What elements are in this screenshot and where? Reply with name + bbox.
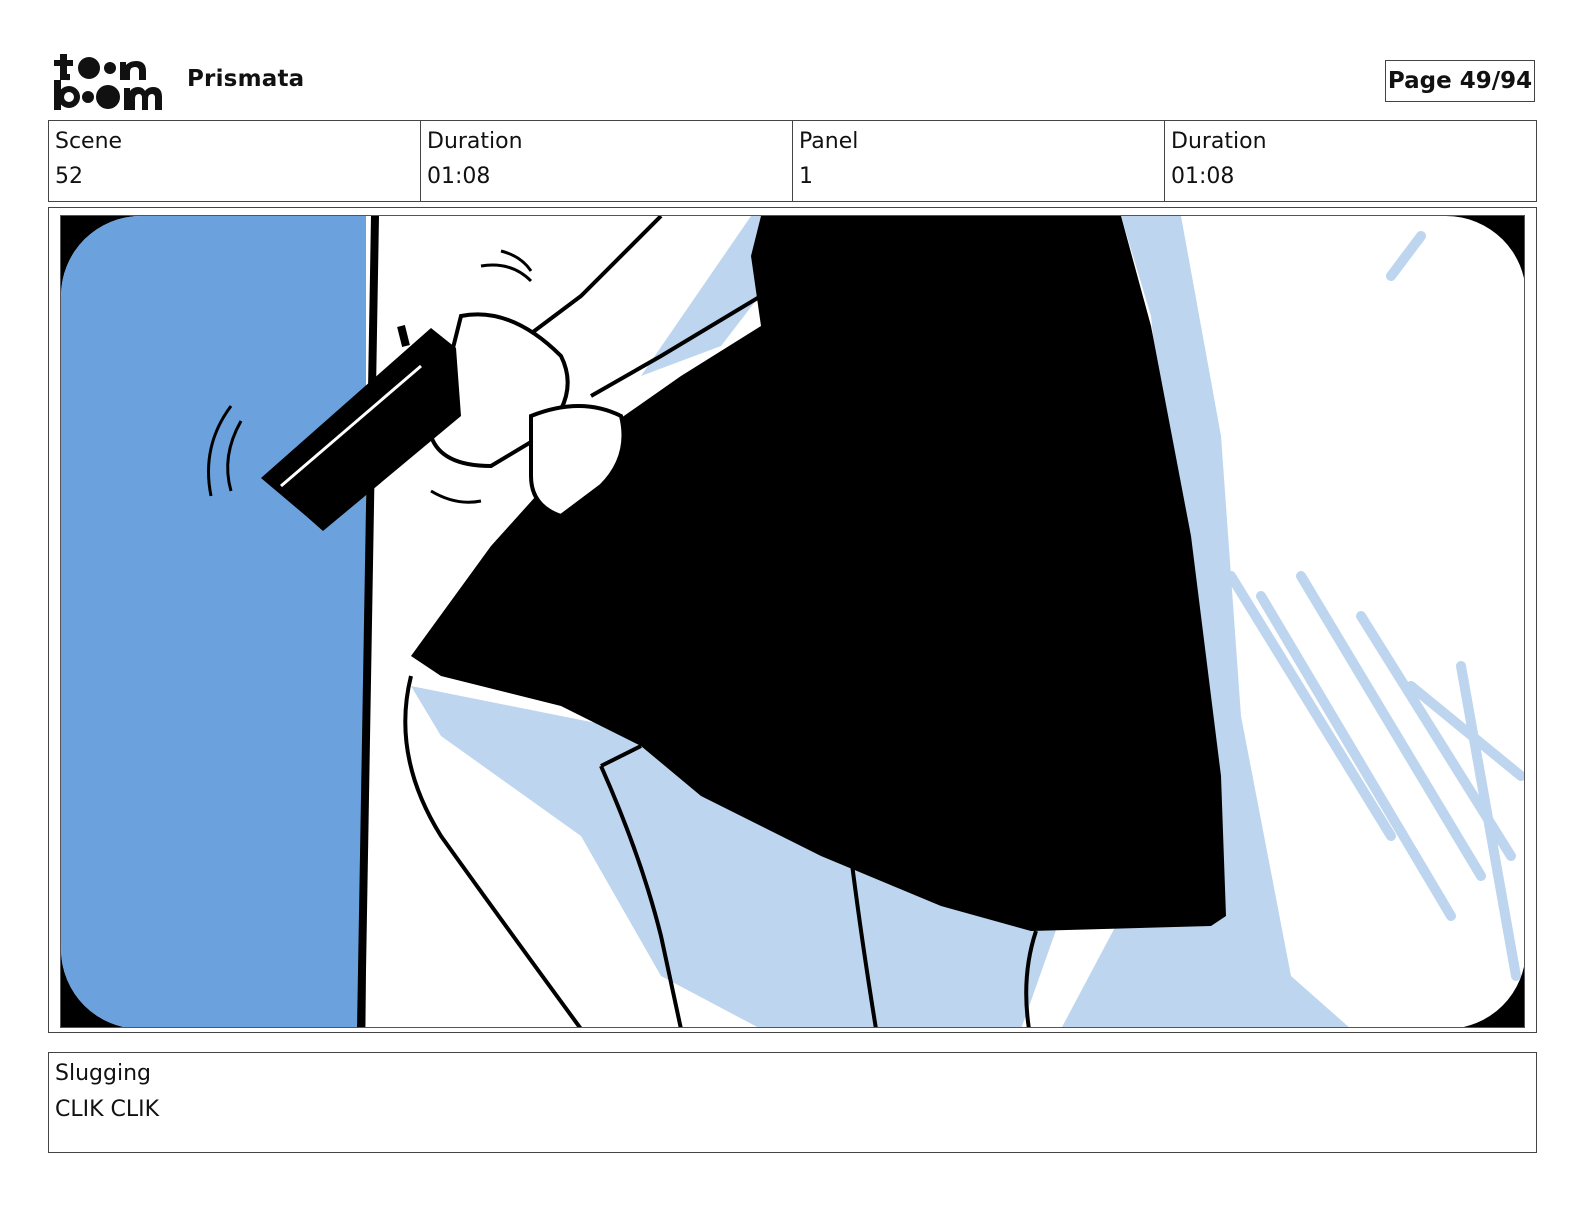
notes-label: Slugging bbox=[55, 1061, 151, 1086]
page-indicator: Page 49/94 bbox=[1385, 60, 1535, 102]
scene-value: 52 bbox=[55, 164, 83, 189]
project-title: Prismata bbox=[187, 66, 305, 92]
panel-cell: Panel 1 bbox=[792, 121, 1164, 201]
panel-duration-label: Duration bbox=[1171, 129, 1267, 154]
panel-duration-value: 01:08 bbox=[1171, 164, 1235, 189]
panel-value: 1 bbox=[799, 164, 813, 189]
scene-duration-label: Duration bbox=[427, 129, 523, 154]
panel-label: Panel bbox=[799, 129, 859, 154]
notes-box: Slugging CLIK CLIK bbox=[48, 1052, 1537, 1153]
scene-cell: Scene 52 bbox=[49, 121, 420, 201]
scene-label: Scene bbox=[55, 129, 123, 154]
storyboard-panel-drawing bbox=[60, 215, 1525, 1028]
scene-duration-value: 01:08 bbox=[427, 164, 491, 189]
toon-boom-logo bbox=[52, 50, 164, 112]
notes-text: CLIK CLIK bbox=[55, 1097, 160, 1122]
scene-info-table: Scene 52 Duration 01:08 Panel 1 Duration… bbox=[48, 120, 1537, 202]
scene-duration-cell: Duration 01:08 bbox=[420, 121, 792, 201]
panel-duration-cell: Duration 01:08 bbox=[1164, 121, 1536, 201]
